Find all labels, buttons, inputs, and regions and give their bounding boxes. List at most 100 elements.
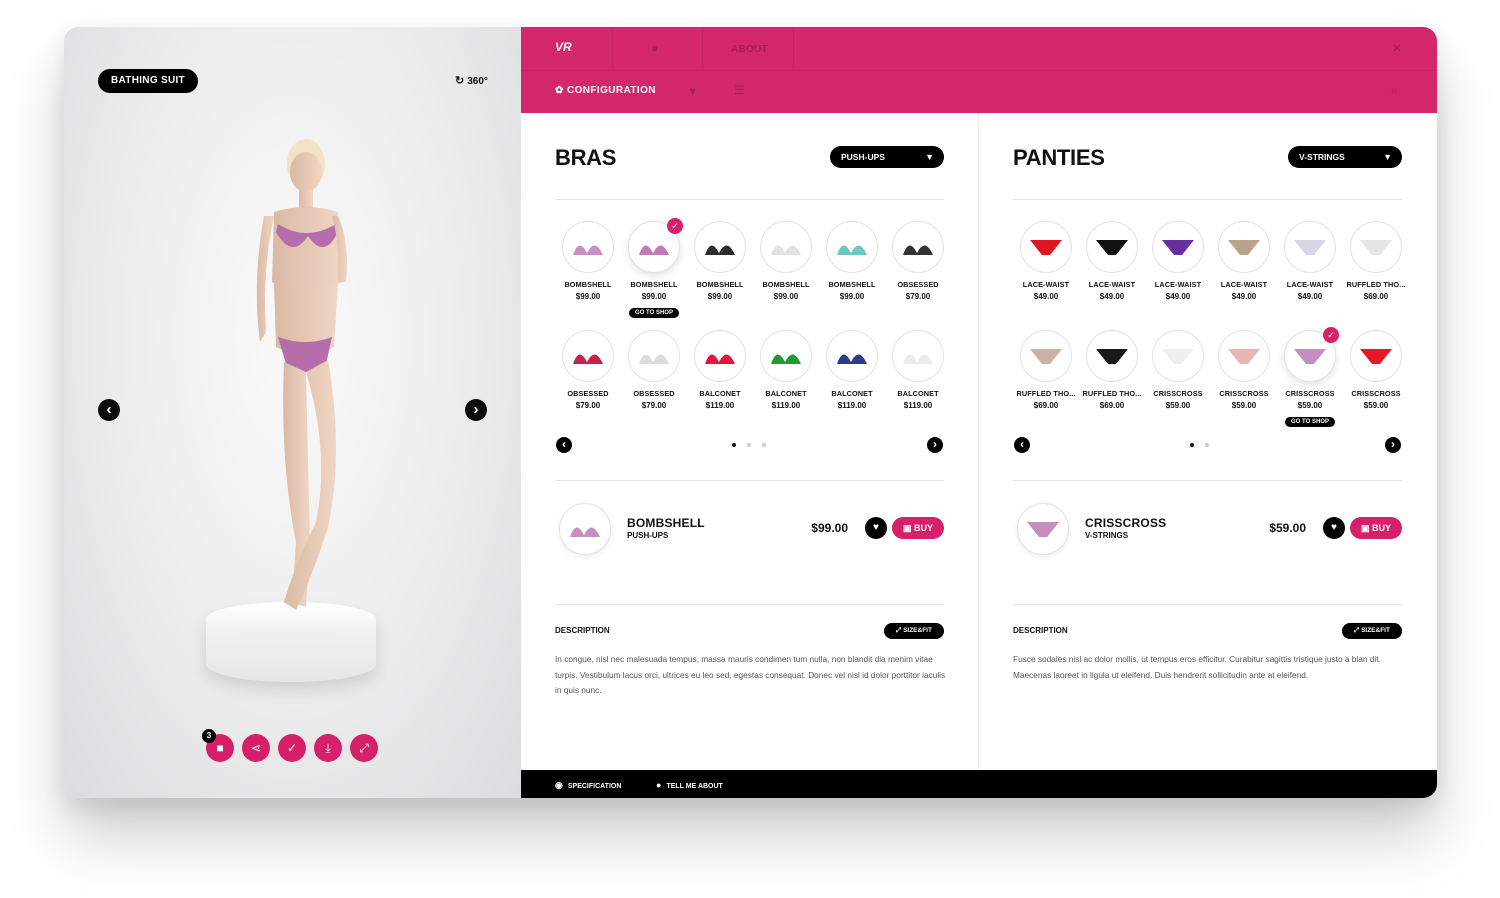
bras-product-item[interactable]: OBSESSED $79.00 [885, 221, 951, 326]
bras-column: BRAS PUSH-UPS ▼ BOMBSHELL $99.00 ✓ BOMBSHELL… [521, 113, 979, 770]
go-to-shop-button[interactable]: GO TO SHOP [629, 308, 679, 318]
logo: VR [555, 40, 572, 54]
product-thumb[interactable] [1218, 221, 1270, 273]
bra-image [771, 354, 801, 364]
bras-filter-dropdown[interactable]: PUSH-UPS ▼ [830, 146, 944, 168]
page-dot[interactable] [762, 443, 766, 447]
bras-product-item[interactable]: BALCONET $119.00 [885, 330, 951, 435]
panties-next-button[interactable]: › [1385, 437, 1401, 453]
panties-buy-button[interactable]: ▣ BUY [1350, 517, 1402, 539]
bras-product-item[interactable]: BALCONET $119.00 [819, 330, 885, 435]
page-dot[interactable] [1205, 443, 1209, 447]
product-thumb[interactable] [1020, 330, 1072, 382]
product-thumb[interactable] [760, 221, 812, 273]
bra-image [903, 354, 933, 364]
product-thumb[interactable] [1086, 330, 1138, 382]
product-thumb[interactable]: ✓ [628, 218, 683, 273]
bras-product-item[interactable]: OBSESSED $79.00 [555, 330, 621, 435]
product-thumb[interactable] [1350, 221, 1402, 273]
product-thumb[interactable] [760, 330, 812, 382]
panties-product-item[interactable]: LACE-WAIST $49.00 [1145, 221, 1211, 326]
model-viewer[interactable]: BATHING SUIT ↻ 360° ‹ › ■ 3 ⋖ ✓ ⤓ ⤢ [64, 27, 521, 798]
bras-product-item[interactable]: BOMBSHELL $99.00 [753, 221, 819, 326]
camera-icon[interactable]: ■ 3 [202, 729, 234, 762]
bras-product-item[interactable]: BALCONET $119.00 [687, 330, 753, 435]
product-thumb[interactable] [562, 330, 614, 382]
bras-product-item[interactable]: BOMBSHELL $99.00 [555, 221, 621, 326]
bras-product-item[interactable]: BOMBSHELL $99.00 [687, 221, 753, 326]
tab-about[interactable]: ABOUT [731, 44, 768, 55]
page-dot[interactable] [732, 443, 736, 447]
panties-product-item[interactable]: CRISSCROSS $59.00 [1211, 330, 1277, 435]
panties-product-item[interactable]: RUFFLED THO... $69.00 [1013, 330, 1079, 435]
panties-filter-dropdown[interactable]: V-STRINGS ▼ [1288, 146, 1402, 168]
bras-product-item[interactable]: BOMBSHELL $99.00 [819, 221, 885, 326]
bras-product-item[interactable]: ✓ BOMBSHELL $99.00 GO TO SHOP [621, 218, 687, 326]
product-thumb[interactable] [1020, 221, 1072, 273]
panties-product-item[interactable]: LACE-WAIST $49.00 [1211, 221, 1277, 326]
chat-icon[interactable]: ● [651, 41, 658, 55]
top-bar: VR ● ABOUT ✕ ✿ CONFIGURATION ♥ ☰ ⌕ [521, 27, 1437, 113]
panty-image [1294, 349, 1326, 364]
tell-me-about-link[interactable]: ● TELL ME ABOUT [656, 780, 723, 790]
panties-product-item[interactable]: CRISSCROSS $59.00 [1343, 330, 1409, 435]
bra-image [705, 354, 735, 364]
globe-icon: ◉ [555, 780, 563, 790]
product-name: BOMBSHELL [564, 280, 612, 289]
share-icon[interactable]: ⋖ [242, 734, 270, 762]
go-to-shop-button[interactable]: GO TO SHOP [1285, 417, 1335, 427]
page-dot[interactable] [1190, 443, 1194, 447]
product-thumb[interactable] [1350, 330, 1402, 382]
page-dot[interactable] [747, 443, 751, 447]
panties-prev-button[interactable]: ‹ [1014, 437, 1030, 453]
product-thumb[interactable] [1086, 221, 1138, 273]
product-thumb[interactable] [694, 330, 746, 382]
thumbs-up-icon[interactable]: ✓ [278, 734, 306, 762]
specification-link[interactable]: ◉ SPECIFICATION [555, 780, 621, 791]
next-model-button[interactable]: › [465, 399, 487, 421]
product-thumb[interactable] [892, 330, 944, 382]
panties-product-item[interactable]: LACE-WAIST $49.00 [1277, 221, 1343, 326]
panties-product-item[interactable]: RUFFLED THO... $69.00 [1079, 330, 1145, 435]
bras-buy-button[interactable]: ▣ BUY [892, 517, 944, 539]
download-icon[interactable]: ⤓ [314, 734, 342, 762]
list-icon[interactable]: ☰ [734, 83, 745, 97]
bras-pagination [732, 443, 766, 447]
panties-product-item[interactable]: LACE-WAIST $49.00 [1013, 221, 1079, 326]
product-thumb[interactable] [826, 330, 878, 382]
heart-icon[interactable]: ♥ [689, 84, 696, 98]
search-icon[interactable]: ⌕ [1391, 83, 1398, 98]
panties-product-item[interactable]: CRISSCROSS $59.00 [1145, 330, 1211, 435]
bras-sizefit-button[interactable]: ⤢ SIZE&FIT [884, 623, 944, 639]
panties-favorite-button[interactable]: ♥ [1323, 517, 1345, 539]
product-thumb[interactable] [562, 221, 614, 273]
product-thumb[interactable] [1284, 221, 1336, 273]
expand-icon[interactable]: ⤢ [350, 734, 378, 762]
product-thumb[interactable] [892, 221, 944, 273]
product-thumb[interactable] [628, 330, 680, 382]
bras-product-item[interactable]: BALCONET $119.00 [753, 330, 819, 435]
product-thumb[interactable] [826, 221, 878, 273]
rotate-360-button[interactable]: ↻ 360° [455, 74, 488, 87]
bras-product-item[interactable]: OBSESSED $79.00 [621, 330, 687, 435]
product-name: OBSESSED [567, 389, 609, 398]
divider [555, 604, 944, 605]
bras-prev-button[interactable]: ‹ [556, 437, 572, 453]
panties-sizefit-button[interactable]: ⤢ SIZE&FIT [1342, 623, 1402, 639]
panties-product-item[interactable]: LACE-WAIST $49.00 [1079, 221, 1145, 326]
bras-next-button[interactable]: › [927, 437, 943, 453]
product-thumb[interactable]: ✓ [1284, 327, 1339, 382]
panties-product-item[interactable]: RUFFLED THO... $69.00 [1343, 221, 1409, 326]
product-thumb[interactable] [1218, 330, 1270, 382]
prev-model-button[interactable]: ‹ [98, 399, 120, 421]
bras-favorite-button[interactable]: ♥ [865, 517, 887, 539]
product-thumb[interactable] [694, 221, 746, 273]
product-thumb[interactable] [1152, 330, 1204, 382]
close-icon[interactable]: ✕ [1392, 41, 1402, 55]
tab-configuration[interactable]: ✿ CONFIGURATION [555, 85, 656, 96]
panties-product-item[interactable]: ✓ CRISSCROSS $59.00 GO TO SHOP [1277, 327, 1343, 435]
product-name: BALCONET [897, 389, 939, 398]
mode-badge[interactable]: BATHING SUIT [98, 69, 198, 93]
product-price: $119.00 [705, 401, 735, 410]
product-thumb[interactable] [1152, 221, 1204, 273]
